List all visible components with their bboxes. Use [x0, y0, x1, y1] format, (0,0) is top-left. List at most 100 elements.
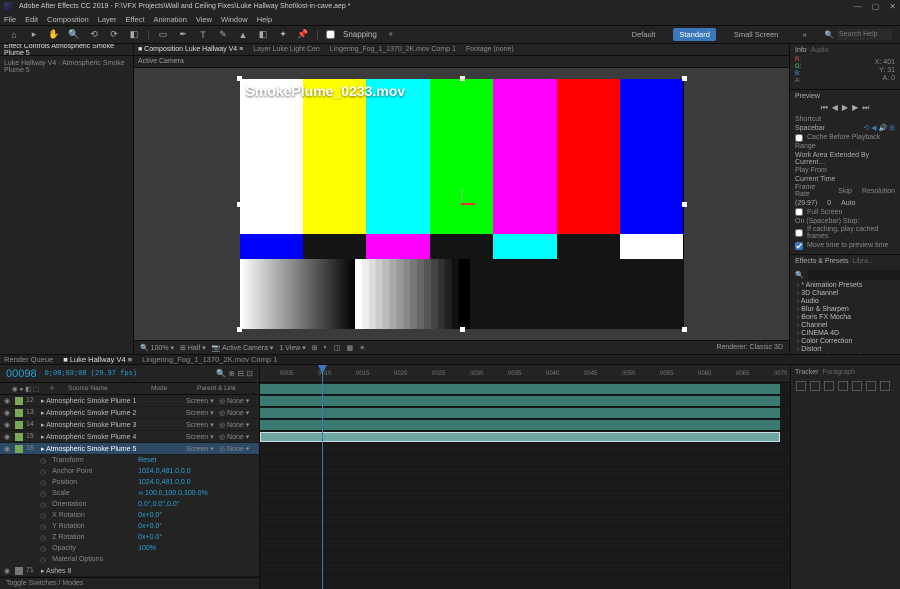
rotate-tool-icon[interactable]: ⟳: [108, 29, 120, 41]
effects-category[interactable]: Boris FX Mocha: [795, 313, 895, 321]
timeline-track[interactable]: [260, 455, 790, 467]
resolution-value[interactable]: Auto: [841, 200, 855, 207]
stopwatch-icon[interactable]: ◷: [40, 523, 46, 531]
justify-last-left-icon[interactable]: [852, 381, 862, 391]
property-value[interactable]: 0x+0.0°: [138, 534, 162, 541]
transform-property-row[interactable]: ◷Z Rotation0x+0.0°: [0, 532, 259, 543]
timeline-search-icon[interactable]: 🔍 ⊕ ⊟ ⊡: [216, 369, 253, 378]
layer-clip[interactable]: [260, 384, 780, 394]
visibility-toggle-icon[interactable]: ◉: [4, 421, 12, 429]
property-value[interactable]: 0.0°,0.0°,0.0°: [138, 501, 179, 508]
timeline-track[interactable]: [260, 515, 790, 527]
menu-view[interactable]: View: [196, 15, 212, 24]
tab-preview[interactable]: Preview: [795, 93, 895, 100]
brush-tool-icon[interactable]: ✎: [217, 29, 229, 41]
justify-last-right-icon[interactable]: [866, 381, 876, 391]
visibility-toggle-icon[interactable]: ◉: [4, 397, 12, 405]
pen-tool-icon[interactable]: ✒: [177, 29, 189, 41]
effects-category[interactable]: Color Correction: [795, 337, 895, 345]
transform-handle[interactable]: [237, 327, 242, 332]
close-button[interactable]: ✕: [889, 2, 896, 11]
orbit-tool-icon[interactable]: ⟲: [88, 29, 100, 41]
effects-list[interactable]: * Animation Presets3D ChannelAudioBlur &…: [795, 281, 895, 354]
stopwatch-icon[interactable]: ◷: [40, 545, 46, 553]
viewer-camera-dropdown[interactable]: 📷 Active Camera ▾: [212, 344, 274, 352]
tab-footage[interactable]: Footage (none): [466, 46, 514, 53]
transform-handle[interactable]: [237, 202, 242, 207]
search-help-input[interactable]: [837, 29, 892, 40]
tab-audio[interactable]: Audio: [811, 47, 829, 54]
effects-search-input[interactable]: [808, 270, 900, 280]
fullscreen-checkbox[interactable]: [795, 208, 803, 216]
timeline-track[interactable]: [260, 419, 790, 431]
transform-property-row[interactable]: ◷Material Options: [0, 554, 259, 565]
tab-layer[interactable]: Layer Luke Light Cen: [253, 46, 320, 53]
tab-comp-main[interactable]: ■ Composition Luke Hallway V4 ≡: [138, 46, 243, 53]
camera-tool-icon[interactable]: ◧: [128, 29, 140, 41]
align-center-icon[interactable]: [810, 381, 820, 391]
home-icon[interactable]: ⌂: [8, 29, 20, 41]
layer-clip[interactable]: [260, 420, 780, 430]
shortcut-value[interactable]: Spacebar: [795, 125, 825, 132]
tab-render-queue[interactable]: Render Queue: [4, 355, 53, 364]
transform-property-row[interactable]: ◷Y Rotation0x+0.0°: [0, 521, 259, 532]
region-icon[interactable]: ◫: [334, 344, 341, 352]
tab-timeline-main[interactable]: ■ Luke Hallway V4 ≡: [63, 355, 132, 364]
composition-canvas[interactable]: SmokePlume_0233.mov: [240, 79, 684, 329]
property-value[interactable]: Reset: [138, 457, 156, 464]
effects-category[interactable]: Distort: [795, 345, 895, 353]
playhead[interactable]: [322, 365, 323, 589]
timeline-track[interactable]: [260, 467, 790, 479]
hand-tool-icon[interactable]: ✋: [48, 29, 60, 41]
timeline-track[interactable]: [260, 551, 790, 563]
layer-row[interactable]: ◉16▸ Atmospheric Smoke Plume 5Screen ▾◎ …: [0, 443, 259, 455]
layer-row[interactable]: ◉15▸ Atmospheric Smoke Plume 4Screen ▾◎ …: [0, 431, 259, 443]
layer-row[interactable]: ◉12▸ Atmospheric Smoke Plume 1Screen ▾◎ …: [0, 395, 259, 407]
visibility-toggle-icon[interactable]: ◉: [4, 409, 12, 417]
zoom-tool-icon[interactable]: 🔍: [68, 29, 80, 41]
stopwatch-icon[interactable]: ◷: [40, 512, 46, 520]
snap-option-icon[interactable]: ⚬: [385, 29, 397, 41]
timeline-track[interactable]: [260, 443, 790, 455]
magnification-dropdown[interactable]: 🔍 100% ▾: [140, 344, 174, 352]
transform-property-row[interactable]: ◷Opacity100%: [0, 543, 259, 554]
layer-clip[interactable]: [260, 432, 780, 442]
effects-category[interactable]: Audio: [795, 297, 895, 305]
property-value[interactable]: 0x+0.0°: [138, 512, 162, 519]
puppet-tool-icon[interactable]: 📌: [297, 29, 309, 41]
menu-file[interactable]: File: [4, 15, 16, 24]
stopwatch-icon[interactable]: ◷: [40, 501, 46, 509]
text-tool-icon[interactable]: T: [197, 29, 209, 41]
clone-tool-icon[interactable]: ▲: [237, 29, 249, 41]
timeline-track[interactable]: [260, 431, 790, 443]
view-layout-dropdown[interactable]: 1 View ▾: [279, 344, 305, 352]
transform-handle[interactable]: [460, 76, 465, 81]
play-button[interactable]: ▶: [842, 103, 848, 113]
justify-all-icon[interactable]: [880, 381, 890, 391]
transform-handle[interactable]: [237, 76, 242, 81]
menu-window[interactable]: Window: [221, 15, 248, 24]
timeline-track[interactable]: [260, 539, 790, 551]
label-color[interactable]: [15, 409, 23, 417]
stopwatch-icon[interactable]: ◷: [40, 457, 46, 465]
effects-category[interactable]: Channel: [795, 321, 895, 329]
first-frame-button[interactable]: ⏮: [821, 103, 828, 113]
stopwatch-icon[interactable]: ◷: [40, 556, 46, 564]
timeline-tracks-area[interactable]: 0005001000150020002500300035004000450050…: [260, 365, 790, 589]
effects-category[interactable]: 3D Channel: [795, 289, 895, 297]
toggle-grid-icon[interactable]: ⊞: [312, 344, 318, 352]
maximize-button[interactable]: ▢: [872, 2, 880, 11]
tab-libraries[interactable]: Libra…: [852, 258, 875, 265]
align-left-icon[interactable]: [796, 381, 806, 391]
transform-property-row[interactable]: ◷X Rotation0x+0.0°: [0, 510, 259, 521]
tab-comp-fog[interactable]: Lingering_Fog_1_1370_2K.mov Comp 1: [330, 46, 456, 53]
timeline-track[interactable]: [260, 383, 790, 395]
timeline-track[interactable]: [260, 395, 790, 407]
label-color[interactable]: [15, 445, 23, 453]
effects-category[interactable]: Blur & Sharpen: [795, 305, 895, 313]
layer-row[interactable]: ◉13▸ Atmospheric Smoke Plume 2Screen ▾◎ …: [0, 407, 259, 419]
layer-row[interactable]: ◉71▸ Ashes 8: [0, 565, 259, 577]
selection-tool-icon[interactable]: ▸: [28, 29, 40, 41]
cachedframes-checkbox[interactable]: [795, 229, 803, 237]
timeline-track[interactable]: [260, 503, 790, 515]
